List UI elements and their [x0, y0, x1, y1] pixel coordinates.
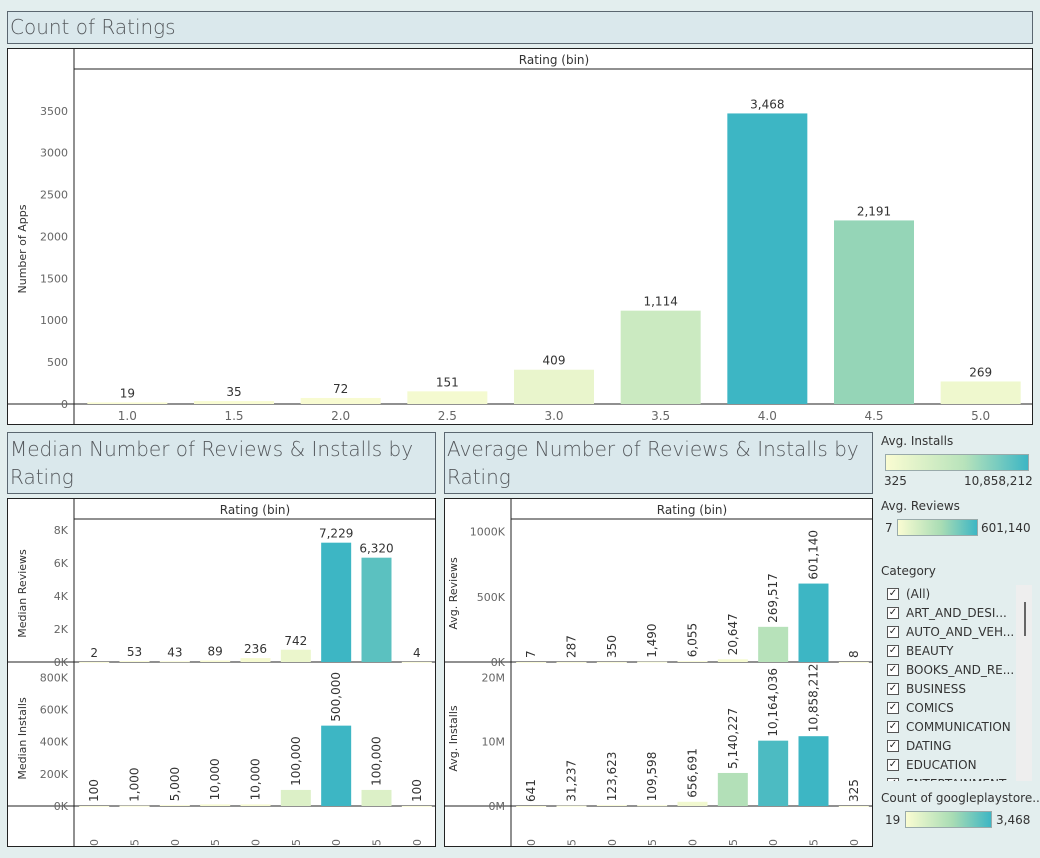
avg-installs-ytick-label: 0M: [489, 800, 506, 813]
checkbox-icon[interactable]: ✓: [887, 701, 899, 714]
count-legend-max-label: 3,468: [996, 813, 1031, 827]
avg-installs-x-tick-label: 5.0: [848, 839, 861, 847]
median-installs-bar: [361, 789, 392, 806]
checkbox-icon[interactable]: ✓: [887, 758, 899, 771]
median-installs-x-tick-label: 1.0: [88, 839, 101, 847]
category-option-label: BUSINESS: [906, 681, 966, 696]
median-installs-bar: [240, 804, 271, 806]
checkbox-icon[interactable]: ✓: [887, 739, 899, 752]
category-scrollbar[interactable]: [1016, 585, 1032, 781]
avg-installs-x-tick-label: 3.5: [727, 839, 740, 847]
checkbox-icon[interactable]: ✓: [887, 587, 899, 600]
avg-installs-bar: [516, 805, 547, 807]
avg-installs-bar: [677, 801, 708, 806]
median-installs-x-tick-label: 1.5: [129, 839, 142, 847]
median-installs-ytick-label: 0K: [54, 800, 69, 813]
category-filter-viewport: ✓ (All) ✓ ART_AND_DESI... ✓ AUTO_AND_VEH... ✓ B…: [0, 0, 1016, 781]
checkbox-icon[interactable]: ✓: [887, 644, 899, 657]
category-option[interactable]: ✓ DATING: [887, 736, 951, 755]
avg-installs-data-label: 641: [524, 779, 538, 802]
avg-installs-bar: [596, 805, 627, 807]
category-option[interactable]: ✓ (All): [887, 584, 930, 603]
checkbox-icon[interactable]: ✓: [887, 777, 899, 781]
avg-installs-data-label: 325: [847, 779, 861, 802]
checkbox-icon[interactable]: ✓: [887, 625, 899, 638]
median-installs-x-tick-label: 3.0: [250, 839, 263, 847]
avg-installs-x-tick-label: 2.5: [646, 839, 659, 847]
category-option[interactable]: ✓ BOOKS_AND_RE...: [887, 660, 1014, 679]
median-installs-bar: [159, 805, 190, 806]
median-installs-x-tick-label: 3.5: [290, 839, 303, 847]
checkbox-icon[interactable]: ✓: [887, 682, 899, 695]
category-option-label: AUTO_AND_VEH...: [906, 624, 1015, 639]
category-option-label: BOOKS_AND_RE...: [906, 662, 1015, 677]
category-option-label: BEAUTY: [906, 643, 954, 658]
median-installs-bar: [79, 805, 110, 807]
category-option[interactable]: ✓ COMMUNICATION: [887, 717, 1011, 736]
median-installs-bar: [119, 805, 150, 807]
median-installs-x-tick-label: 2.0: [169, 839, 182, 847]
category-option[interactable]: ✓ COMICS: [887, 698, 954, 717]
category-option[interactable]: ✓ BUSINESS: [887, 679, 966, 698]
avg-installs-x-tick-label: 3.0: [687, 839, 700, 847]
avg-installs-x-tick-label: 4.0: [767, 839, 780, 847]
avg-installs-bar: [556, 805, 587, 807]
category-option[interactable]: ✓ EDUCATION: [887, 755, 977, 774]
category-option-label: ART_AND_DESI...: [906, 605, 1007, 620]
count-color-ramp: [905, 811, 992, 828]
checkbox-icon[interactable]: ✓: [887, 720, 899, 733]
median-installs-bar: [200, 804, 231, 806]
checkbox-icon[interactable]: ✓: [887, 663, 899, 676]
category-option-label: ENTERTAINMENT: [906, 777, 1006, 782]
category-option-label: COMICS: [906, 700, 954, 715]
median-installs-x-tick-label: 4.5: [371, 839, 384, 847]
category-option[interactable]: ✓ AUTO_AND_VEH...: [887, 622, 1014, 641]
median-installs-x-tick-label: 2.5: [209, 839, 222, 847]
median-installs-data-label: 100: [410, 779, 424, 802]
avg-installs-x-tick-label: 2.0: [606, 839, 619, 847]
avg-installs-x-tick-label: 1.0: [525, 839, 538, 847]
avg-installs-x-tick-label: 4.5: [808, 839, 821, 847]
median-installs-x-tick-label: 5.0: [411, 839, 424, 847]
category-option[interactable]: ✓ ENTERTAINMENT: [887, 774, 1006, 781]
median-installs-data-label: 100: [87, 779, 101, 802]
category-option-label: COMMUNICATION: [906, 719, 1011, 734]
checkbox-icon[interactable]: ✓: [887, 606, 899, 619]
median-installs-bar: [280, 789, 311, 806]
count-legend-title: Count of googleplaystore..: [881, 791, 1040, 805]
category-option-label: (All): [906, 586, 931, 601]
avg-installs-bar: [637, 805, 668, 807]
avg-installs-x-tick-label: 1.5: [566, 839, 579, 847]
category-option[interactable]: ✓ ART_AND_DESI...: [887, 603, 1007, 622]
median-installs-x-tick-label: 4.0: [330, 839, 343, 847]
category-option-label: EDUCATION: [906, 757, 977, 772]
count-legend-min-label: 19: [885, 813, 901, 827]
category-scrollbar-thumb[interactable]: [1024, 602, 1026, 636]
category-option[interactable]: ✓ BEAUTY: [887, 641, 953, 660]
category-option-label: DATING: [906, 738, 952, 753]
avg-installs-bar: [838, 805, 869, 807]
median-installs-bar: [401, 805, 432, 807]
